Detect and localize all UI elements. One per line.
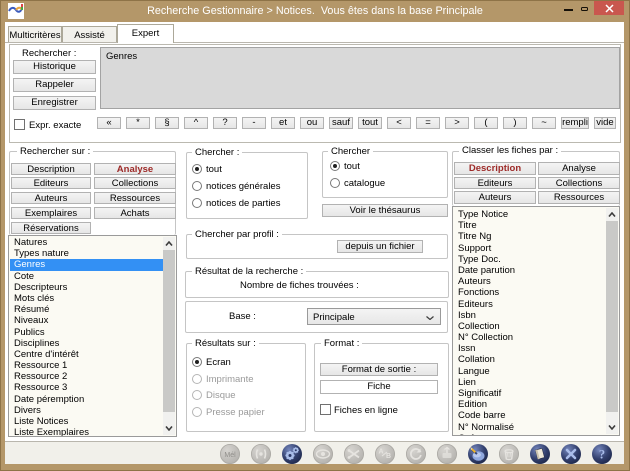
svg-text:Mél: Mél [224, 452, 236, 459]
svg-text:B: B [386, 453, 391, 460]
svg-text:A: A [378, 449, 383, 456]
svg-text:?: ? [599, 448, 605, 462]
